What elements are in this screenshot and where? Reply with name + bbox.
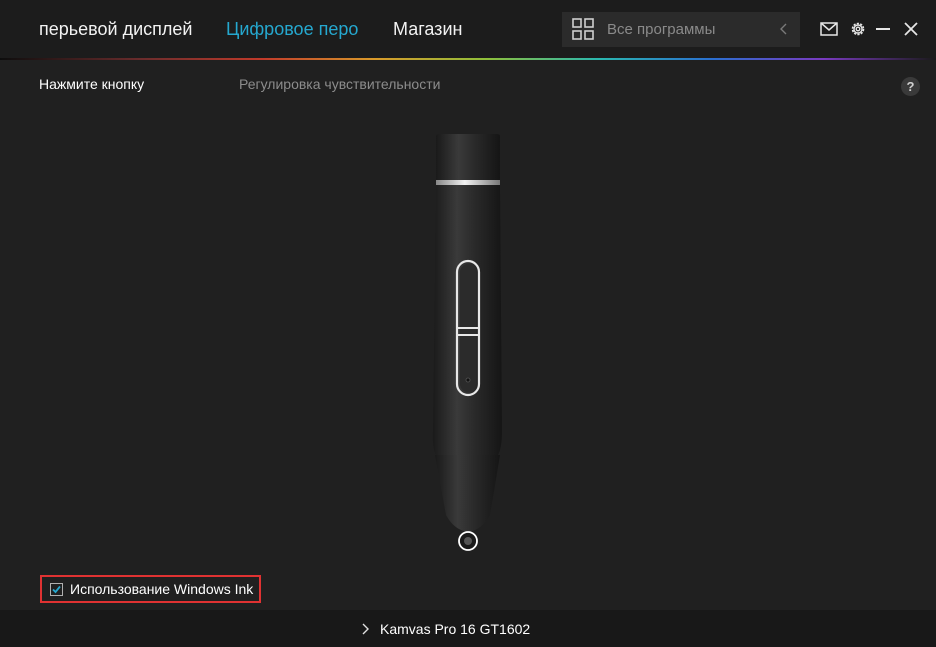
windows-ink-checkbox[interactable]: [50, 583, 63, 596]
checkmark-icon: [52, 585, 61, 594]
program-selector-placeholder: Все программы: [607, 21, 716, 38]
close-icon[interactable]: [902, 20, 920, 38]
windows-ink-toggle[interactable]: Использование Windows Ink: [40, 575, 261, 603]
help-icon[interactable]: ?: [901, 77, 920, 96]
chevron-left-icon[interactable]: [777, 22, 791, 36]
program-selector[interactable]: Все программы: [562, 12, 800, 47]
subtab-pressure-sensitivity[interactable]: Регулировка чувствительности: [239, 76, 440, 92]
windows-ink-label: Использование Windows Ink: [70, 581, 254, 597]
pen-illustration: [432, 134, 502, 551]
minimize-icon[interactable]: [874, 20, 892, 38]
header-accent-line: [0, 58, 936, 60]
tab-store[interactable]: Магазин: [393, 19, 462, 40]
subtab-press-key[interactable]: Нажмите кнопку: [39, 76, 144, 92]
grid-icon: [572, 18, 594, 40]
chevron-right-icon: [362, 623, 369, 635]
tab-digital-pen[interactable]: Цифровое перо: [226, 19, 358, 40]
mail-icon[interactable]: [820, 20, 838, 38]
device-name: Kamvas Pro 16 GT1602: [380, 621, 531, 637]
device-bar: Kamvas Pro 16 GT1602: [0, 610, 936, 647]
gear-icon[interactable]: [849, 20, 867, 38]
tab-pen-display[interactable]: перьевой дисплей: [39, 19, 192, 40]
top-bar: перьевой дисплей Цифровое перо Магазин В…: [0, 0, 936, 58]
